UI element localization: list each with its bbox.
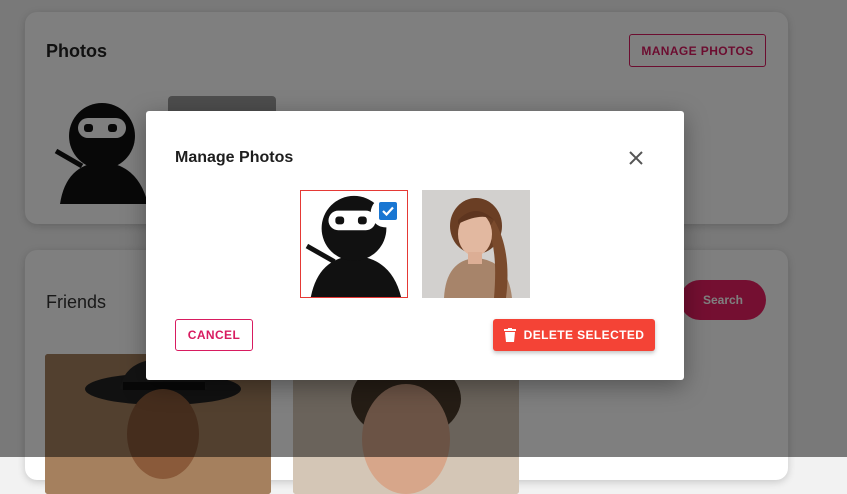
delete-selected-button[interactable]: DELETE SELECTED [493, 319, 655, 351]
manage-photos-dialog: Manage Photos CANCEL DELETE SELECTED [146, 111, 684, 380]
photo-option-portrait[interactable] [422, 190, 530, 298]
checkbox-checked-icon[interactable] [379, 202, 397, 220]
delete-selected-label: DELETE SELECTED [523, 328, 645, 342]
photo-option-ninja[interactable] [300, 190, 408, 298]
cancel-button[interactable]: CANCEL [175, 319, 253, 351]
dialog-title: Manage Photos [175, 149, 294, 166]
trash-icon [503, 328, 516, 342]
woman-portrait-image [422, 190, 530, 298]
close-icon[interactable] [625, 147, 647, 169]
